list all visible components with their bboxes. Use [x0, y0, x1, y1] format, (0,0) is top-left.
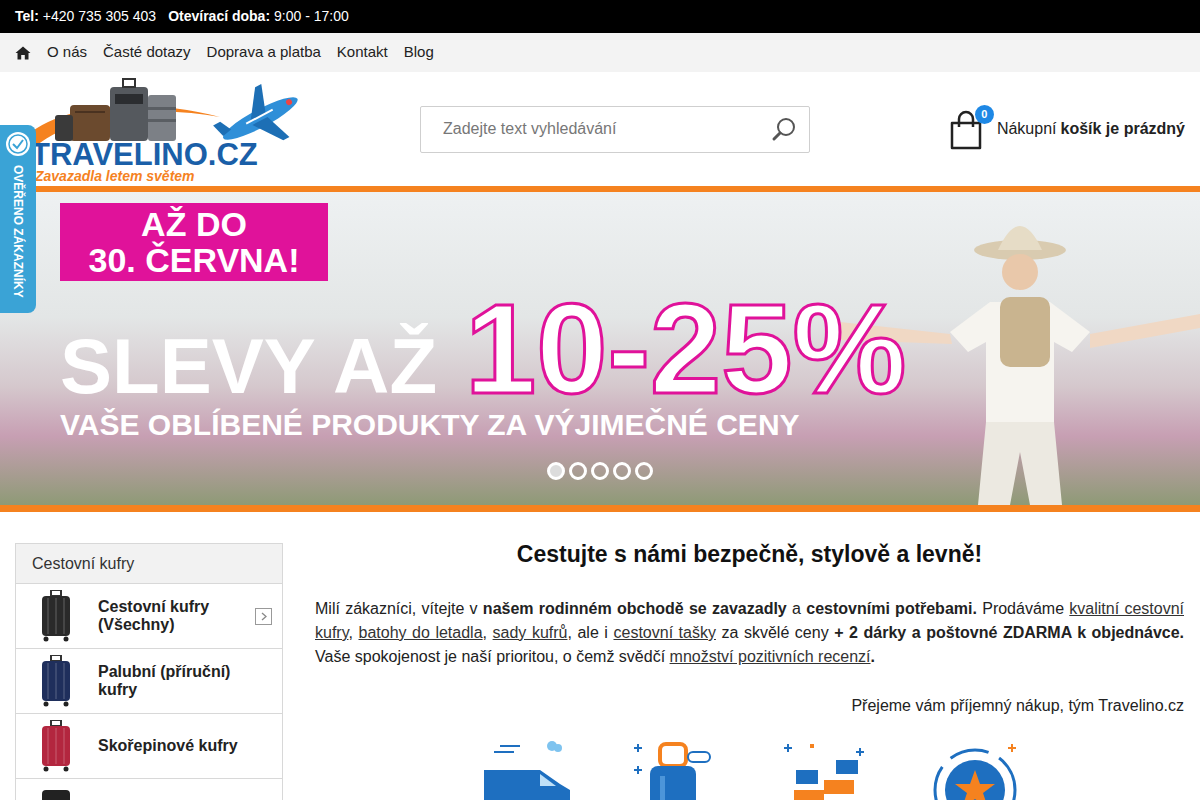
sidebar-item-label[interactable]: Skořepinové kufry: [98, 737, 272, 755]
promo-banner[interactable]: AŽ DO30. ČERVNA! SLEVY AŽ10-25%VAŠE OBLÍB…: [0, 192, 1200, 505]
delivery-icon: [480, 740, 570, 800]
intro-link[interactable]: cestovní tašky: [613, 624, 715, 641]
cart-count-badge: 0: [975, 105, 994, 124]
suitcase-thumbnail-icon[interactable]: [36, 786, 76, 800]
suitcase-thumbnail-icon[interactable]: [36, 655, 76, 707]
slider-dot[interactable]: [591, 462, 609, 480]
intro-text: ,: [348, 624, 358, 641]
content: Cestovní kufry Cestovní kufry (Všechny) Pa…: [0, 512, 1200, 800]
home-icon[interactable]: [15, 45, 31, 61]
intro-text: a: [787, 600, 806, 617]
phone-info: Tel:+420 735 305 403: [15, 6, 156, 27]
intro-link[interactable]: sady kufrů: [493, 624, 568, 641]
opening-hours: Otevírací doba:9:00 - 17:00: [168, 6, 349, 27]
category-sidebar: Cestovní kufry Cestovní kufry (Všechny) Pa…: [15, 543, 283, 800]
search-box: [420, 106, 810, 153]
suitcase-thumbnail-icon[interactable]: [36, 720, 76, 772]
star-icon: [930, 740, 1020, 800]
intro-text: .: [871, 648, 875, 665]
sidebar-item[interactable]: [16, 779, 282, 800]
cart-status-text[interactable]: košík je prázdný: [1061, 117, 1186, 141]
banner-discount: 10-25%: [465, 289, 906, 409]
slider-dot[interactable]: [569, 462, 587, 480]
banner-tag: AŽ DO: [141, 206, 247, 242]
sidebar-item-label[interactable]: Cestovní kufry (Všechny): [98, 598, 233, 634]
verified-badge-label[interactable]: OVĚŘENO ZÁKAZNÍKY: [11, 165, 25, 298]
search-input[interactable]: [421, 107, 771, 152]
intro-text: + 2 dárky a poštovné ZDARMA k objednávce…: [834, 624, 1184, 641]
verified-seal-icon: [5, 131, 31, 157]
feature-icons: [315, 740, 1184, 800]
intro-text: Vaše spokojenost je naší prioritou, o če…: [315, 648, 670, 665]
hours-value: 9:00 - 17:00: [274, 6, 349, 27]
logo-tagline: Zavazadla letem světem: [35, 169, 195, 183]
sidebar-title[interactable]: Cestovní kufry: [16, 544, 282, 584]
suitcase-icon: [630, 740, 720, 800]
banner-subtitle: VAŠE OBLÍBENÉ PRODUKTY ZA VÝJIMEČNÉ CENY: [60, 407, 800, 443]
intro-link[interactable]: množství pozitivních recenzí: [670, 648, 871, 665]
intro-text: Milí zákazníci, vítejte v: [315, 600, 483, 617]
phone-number[interactable]: +420 735 305 403: [43, 6, 156, 27]
intro-section: Cestujte s námi bezpečně, stylově a levn…: [315, 543, 1184, 800]
expand-arrow-icon[interactable]: [255, 608, 272, 625]
sidebar-item[interactable]: Palubní (příruční) kufry: [16, 649, 282, 714]
slider-dot[interactable]: [547, 462, 565, 480]
nav-link[interactable]: O nás: [47, 41, 87, 64]
sidebar-item[interactable]: Skořepinové kufry: [16, 714, 282, 779]
suitcase-thumbnail-icon[interactable]: [36, 590, 76, 642]
logo[interactable]: TRAVELINO.CZZavazadla letem světem: [15, 77, 305, 181]
hours-label: Otevírací doba:: [168, 6, 270, 27]
cart-status[interactable]: Nákupníkošík je prázdný: [997, 117, 1185, 141]
top-bar: Tel:+420 735 305 403 Otevírací doba:9:00 …: [0, 0, 1200, 33]
nav-link[interactable]: Doprava a platba: [207, 41, 321, 64]
slider-dots: [547, 462, 653, 480]
cart[interactable]: 0Nákupníkošík je prázdný: [949, 108, 1185, 150]
search-icon[interactable]: [771, 116, 797, 142]
intro-text: Prodáváme: [977, 600, 1069, 617]
banner-headline-row: SLEVY AŽ10-25%: [60, 289, 906, 409]
nav-link[interactable]: Časté dotazy: [103, 41, 191, 64]
intro-text: , ale i: [567, 624, 613, 641]
intro-paragraph: Milí zákazníci, vítejte v našem rodinném…: [315, 597, 1184, 669]
nav-link[interactable]: Blog: [404, 41, 434, 64]
logo-title[interactable]: TRAVELINO.CZ: [31, 139, 258, 171]
sidebar-item[interactable]: Cestovní kufry (Všechny): [16, 584, 282, 649]
nav-link[interactable]: Kontakt: [337, 41, 388, 64]
intro-text: našem rodinném obchodě se zavazadly: [483, 600, 787, 617]
intro-heading: Cestujte s námi bezpečně, stylově a levn…: [315, 542, 1184, 566]
sidebar-item-label[interactable]: Palubní (příruční) kufry: [98, 663, 272, 699]
banner-text: AŽ DO30. ČERVNA! SLEVY AŽ10-25%VAŠE OBLÍB…: [0, 192, 1200, 443]
cart-label[interactable]: Nákupní: [997, 117, 1057, 141]
cart-button[interactable]: 0: [949, 108, 983, 150]
header: TRAVELINO.CZZavazadla letem světem0Nákup…: [0, 72, 1200, 186]
intro-text: ,: [483, 624, 493, 641]
intro-link[interactable]: batohy do letadla: [358, 624, 482, 641]
intro-signature: Přejeme vám příjemný nákup, tým Travelin…: [315, 694, 1184, 718]
gifts-icon: [780, 740, 870, 800]
phone-label: Tel:: [15, 6, 39, 27]
verified-badge[interactable]: OVĚŘENO ZÁKAZNÍKY: [0, 125, 36, 313]
orange-divider: [0, 505, 1200, 512]
intro-text: za skvělé ceny: [716, 624, 834, 641]
banner-date-tag: AŽ DO30. ČERVNA!: [60, 203, 328, 281]
slider-dot[interactable]: [613, 462, 631, 480]
banner-date: 30. ČERVNA!: [89, 242, 300, 278]
slider-dot[interactable]: [635, 462, 653, 480]
main-nav: O nás Časté dotazy Doprava a platba Kontakt…: [0, 33, 1200, 72]
intro-text: cestovními potřebami.: [806, 600, 977, 617]
